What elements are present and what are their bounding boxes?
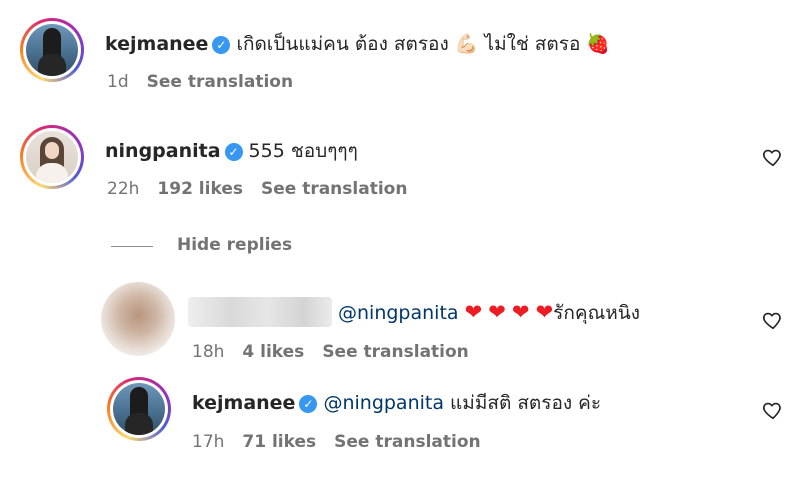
reply-time: 17h [192,432,225,452]
strawberry-emoji: 🍓 [586,33,611,55]
avatar-blurred[interactable] [101,282,175,356]
hide-replies-button[interactable]: Hide replies [177,235,292,255]
reply-text: รักคุณหนิง [553,302,641,324]
comment-text: 555 ชอบๆๆๆ [248,140,358,162]
red-heart-emoji: ❤ [535,300,554,324]
red-heart-emoji: ❤ [488,300,506,324]
see-translation-link[interactable]: See translation [147,72,293,92]
username-ningpanita[interactable]: ningpanita [105,140,221,162]
avatar-kejmanee[interactable] [20,18,84,82]
comment-text-part-2: ไม่ใช่ สตรอ [484,33,581,55]
username-kejmanee[interactable]: kejmanee [105,33,208,55]
reply-text: แม่มีสติ สตรอง ค่ะ [450,392,602,414]
comment-meta-kejmanee: 1d See translation [107,71,311,93]
reply-time: 18h [192,342,225,362]
comment-text-part-1: เกิดเป็นแม่คน ต้อง สตรอง [236,33,449,55]
likes-count[interactable]: 192 likes [157,179,243,199]
verified-badge-icon: ✓ [212,36,231,54]
reply-meta-2: 17h 71 likes See translation [192,431,499,453]
heart-outline-icon[interactable] [762,146,784,168]
likes-count[interactable]: 71 likes [242,432,316,452]
red-heart-emoji: ❤ [464,300,483,324]
reply-comment-1: @ningpanita ❤ ❤ ❤ ❤รักคุณหนิง [338,299,640,326]
comment-meta-ningpanita: 22h 192 likes See translation [107,178,425,200]
reply-meta-1: 18h 4 likes See translation [192,341,487,363]
reply-comment-2: kejmanee ✓ @ningpanita แม่มีสติ สตรอง ค่ะ [192,390,601,416]
red-heart-emoji: ❤ [511,300,530,324]
verified-badge-icon: ✓ [224,143,243,161]
username-kejmanee[interactable]: kejmanee [192,392,295,414]
username-blurred[interactable] [188,297,332,327]
verified-badge-icon: ✓ [299,395,318,413]
divider [111,246,153,247]
flexed-biceps-emoji: 💪🏻 [454,33,479,55]
heart-outline-icon[interactable] [762,309,784,331]
comment-kejmanee: kejmanee ✓ เกิดเป็นแม่คน ต้อง สตรอง 💪🏻 ไม่… [105,31,610,57]
see-translation-link[interactable]: See translation [261,179,407,199]
see-translation-link[interactable]: See translation [322,342,468,362]
avatar-ningpanita[interactable] [20,125,84,189]
likes-count[interactable]: 4 likes [242,342,304,362]
comment-time: 1d [107,72,129,92]
comment-ningpanita: ningpanita ✓ 555 ชอบๆๆๆ [105,138,358,164]
comment-time: 22h [107,179,140,199]
heart-outline-icon[interactable] [762,399,784,421]
mention-ningpanita[interactable]: @ningpanita [338,302,459,324]
mention-ningpanita[interactable]: @ningpanita [323,392,444,414]
see-translation-link[interactable]: See translation [334,432,480,452]
avatar-kejmanee[interactable] [107,377,171,441]
